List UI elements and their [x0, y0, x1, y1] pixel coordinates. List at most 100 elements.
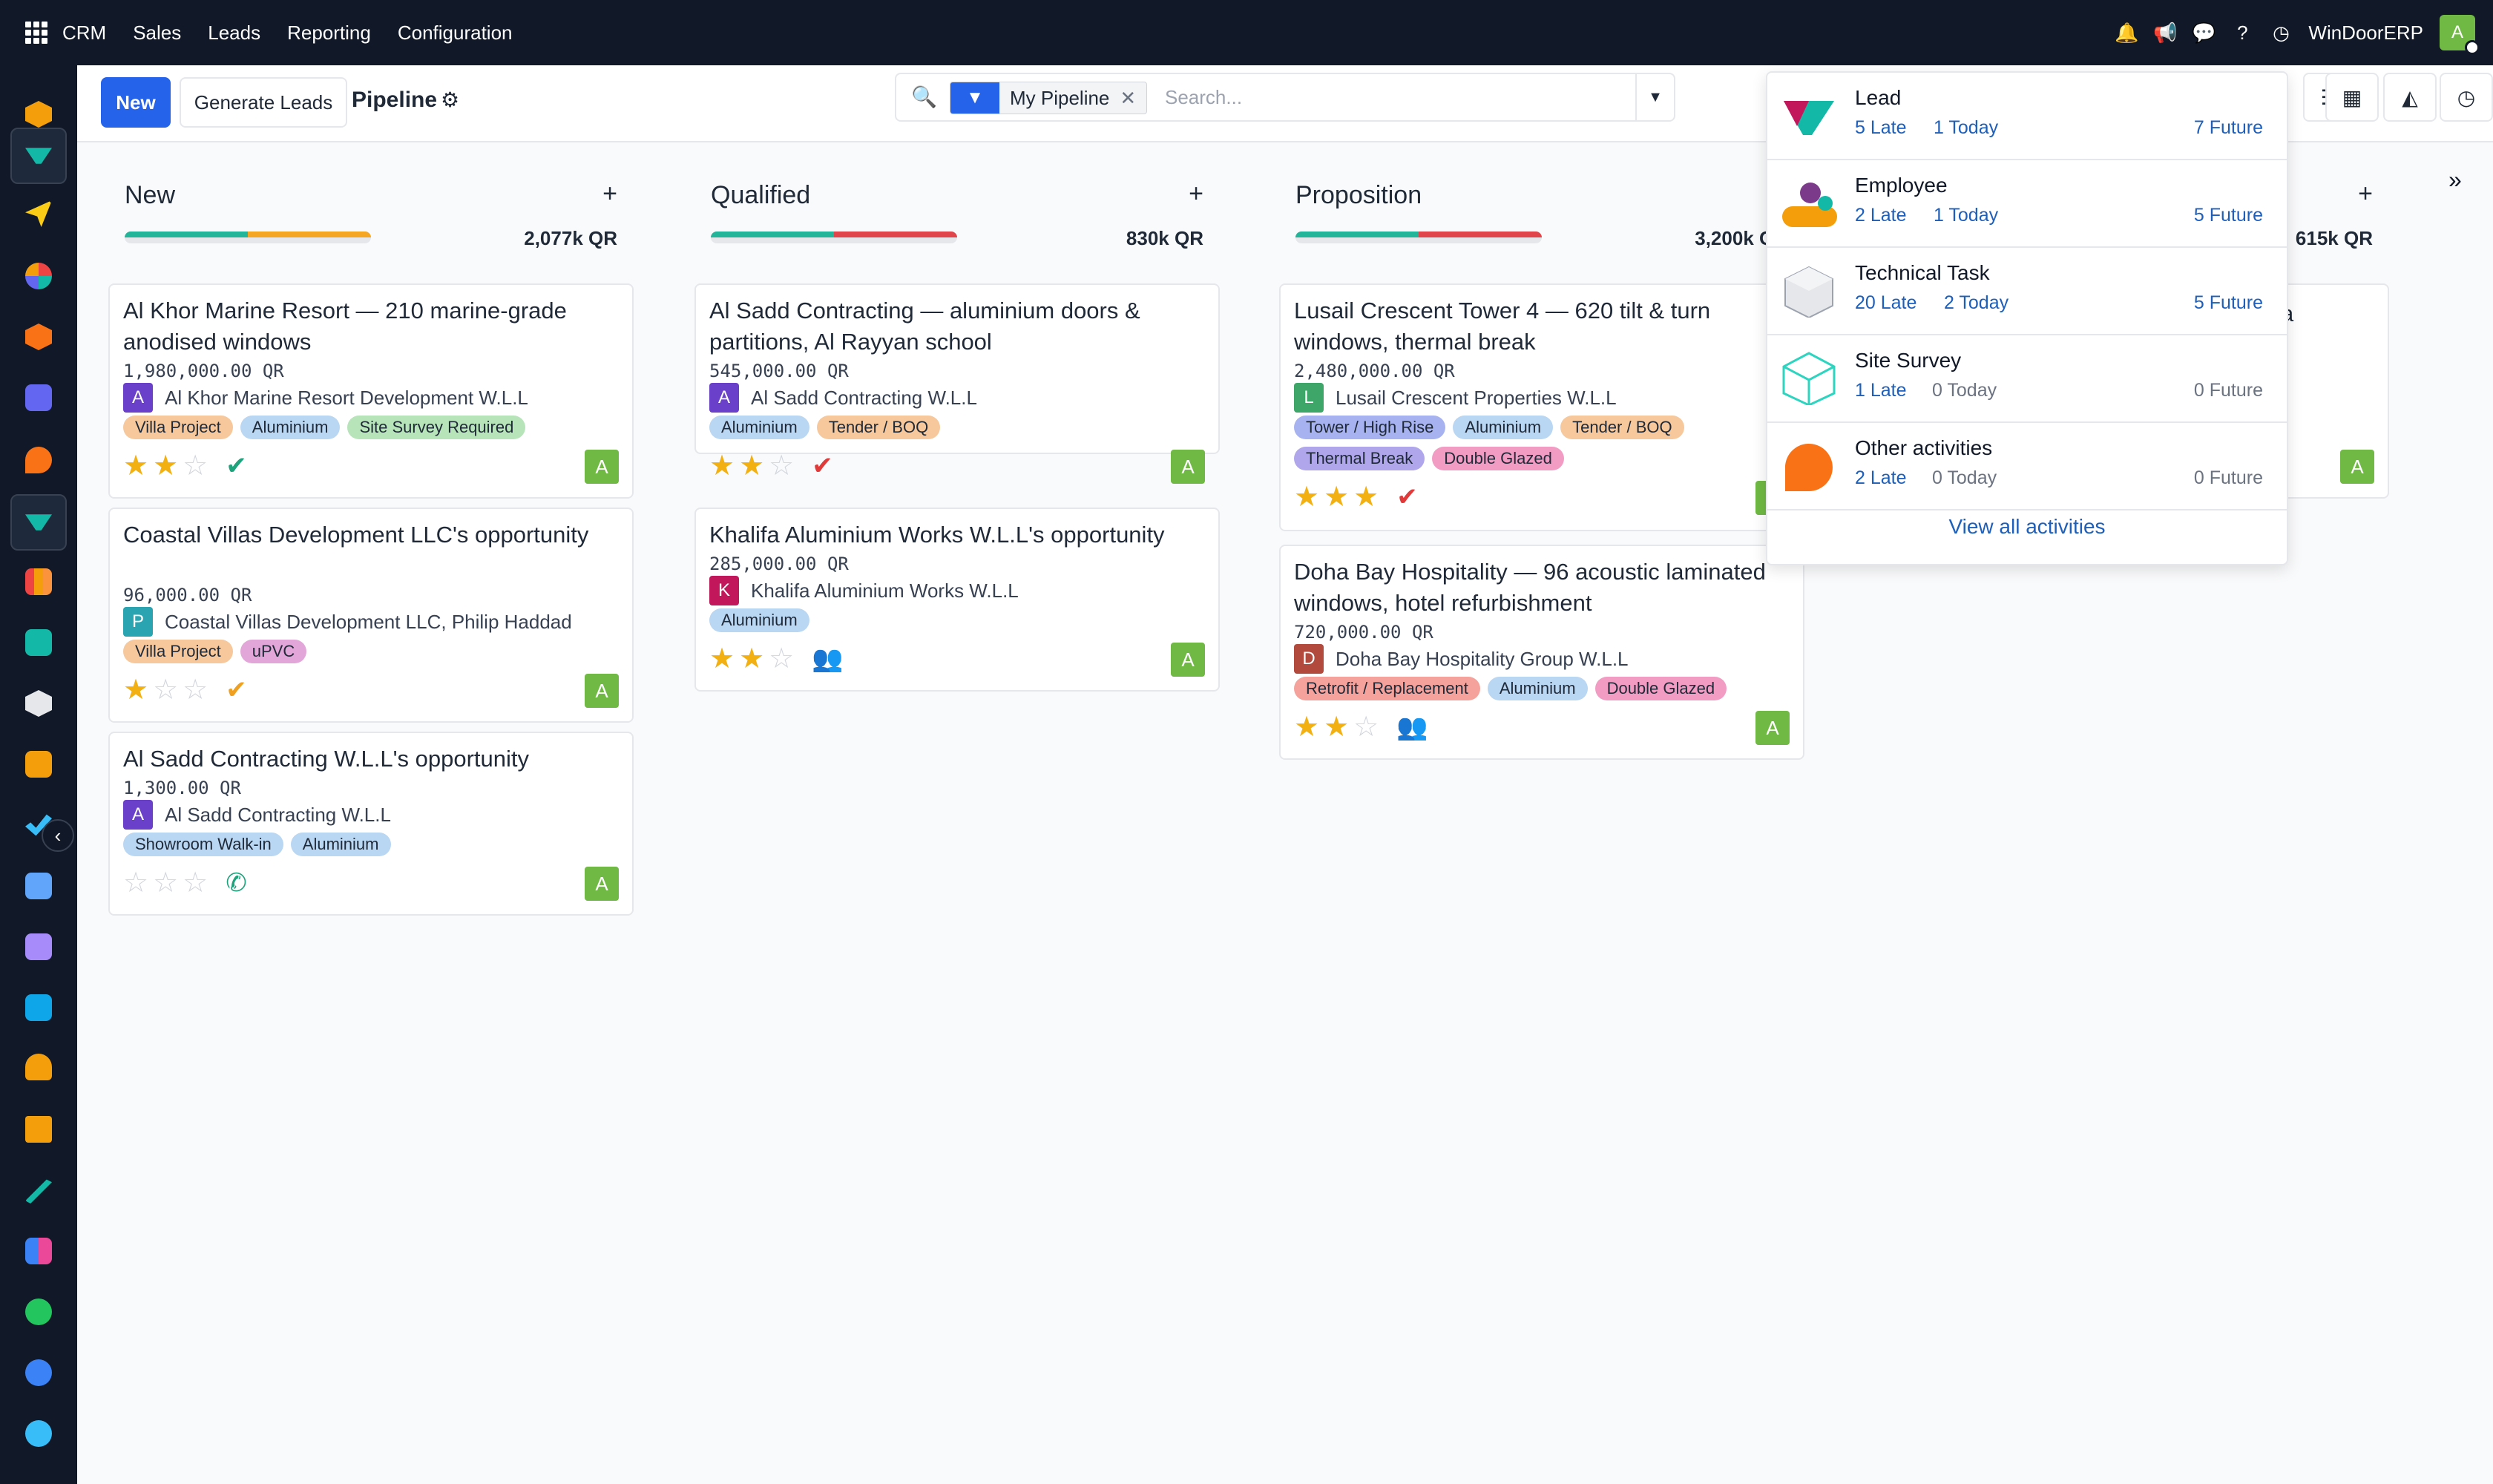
kanban-card[interactable]: Khalifa Aluminium Works W.L.L's opportun… [694, 508, 1220, 692]
activity-users-icon[interactable]: 👥 [812, 644, 843, 674]
sidebar-app-tools-icon[interactable] [10, 736, 67, 792]
sidebar-collapse-chevron-icon[interactable]: ‹ [42, 819, 74, 852]
sidebar-app-send-icon[interactable] [10, 186, 67, 242]
progress-segment[interactable] [834, 232, 957, 237]
menu-configuration[interactable]: Configuration [398, 22, 513, 45]
owner-avatar[interactable]: A [2340, 450, 2374, 484]
fold-columns-icon[interactable]: » [2448, 166, 2462, 194]
activity-row-site-survey[interactable]: Site Survey 1 Late 0 Today 0 Future [1767, 335, 2287, 423]
column-title[interactable]: Proposition [1295, 181, 1422, 210]
bell-icon[interactable]: 🔔 [2115, 22, 2138, 44]
priority-star-icon[interactable]: ★ [1324, 712, 1349, 742]
owner-avatar[interactable]: A [585, 450, 619, 484]
activity-late-count[interactable]: 5 Late [1855, 117, 1907, 139]
priority-star-icon[interactable]: ★ [1294, 712, 1319, 742]
kanban-card[interactable]: Lusail Crescent Tower 4 — 620 tilt & tur… [1279, 283, 1804, 531]
activity-late-count[interactable]: 2 Late [1855, 467, 1907, 489]
sidebar-app-pie-icon[interactable] [10, 248, 67, 304]
activity-check-orange-icon[interactable]: ✔ [226, 675, 247, 705]
priority-star-icon[interactable]: ☆ [183, 675, 208, 705]
owner-avatar[interactable]: A [585, 674, 619, 708]
activity-late-count[interactable]: 1 Late [1855, 380, 1907, 401]
progress-segment[interactable] [1295, 232, 1419, 237]
kanban-card[interactable]: Al Sadd Contracting W.L.L's opportunity 1… [108, 732, 634, 916]
activity-late-count[interactable]: 2 Late [1855, 205, 1907, 226]
priority-star-icon[interactable]: ☆ [769, 451, 794, 481]
column-add-plus-icon[interactable]: + [2358, 180, 2373, 209]
user-avatar[interactable]: A [2440, 15, 2480, 55]
activity-check-green-icon[interactable]: ✔ [226, 451, 247, 481]
kanban-card[interactable]: Al Sadd Contracting — aluminium doors & … [694, 283, 1220, 484]
sidebar-app-crm-icon[interactable] [10, 128, 67, 184]
priority-star-icon[interactable]: ★ [1294, 482, 1319, 512]
app-switcher-icon[interactable] [25, 22, 47, 44]
progress-segment[interactable] [1419, 232, 1542, 237]
sidebar-app-wave-icon[interactable] [10, 1405, 67, 1462]
activity-future-count[interactable]: 7 Future [2194, 117, 2263, 139]
priority-star-icon[interactable]: ☆ [123, 868, 148, 898]
priority-star-icon[interactable]: ☆ [769, 644, 794, 674]
activity-clock-icon[interactable]: ◷ [2270, 22, 2292, 44]
view-all-activities-link[interactable]: View all activities [1767, 515, 2287, 539]
sidebar-app-mail-icon[interactable] [10, 370, 67, 426]
owner-avatar[interactable]: A [1755, 711, 1790, 745]
activity-row-other[interactable]: Other activities 2 Late 0 Today 0 Future [1767, 423, 2287, 510]
activity-users-icon[interactable]: 👥 [1396, 712, 1428, 742]
owner-avatar[interactable]: A [1171, 643, 1205, 677]
priority-star-icon[interactable]: ☆ [153, 868, 178, 898]
activity-row-technical-task[interactable]: Technical Task 20 Late 2 Today 5 Future [1767, 248, 2287, 335]
sidebar-app-box-icon[interactable] [10, 675, 67, 732]
menu-reporting[interactable]: Reporting [287, 22, 371, 45]
sidebar-app-sign-icon[interactable] [10, 1162, 67, 1218]
sidebar-app-chat-icon[interactable] [10, 432, 67, 488]
activity-check-red-icon[interactable]: ✔ [1396, 482, 1418, 512]
menu-leads[interactable]: Leads [208, 22, 260, 45]
megaphone-icon[interactable]: 📢 [2153, 22, 2177, 44]
menu-sales[interactable]: Sales [133, 22, 181, 45]
activity-phone-icon[interactable]: ✆ [226, 868, 247, 898]
search-options-caret-icon[interactable]: ▼ [1635, 74, 1674, 120]
activity-future-count[interactable]: 5 Future [2194, 205, 2263, 226]
company-name[interactable]: WinDoorERP [2308, 22, 2423, 45]
priority-star-icon[interactable]: ★ [153, 451, 178, 481]
priority-star-icon[interactable]: ☆ [183, 868, 208, 898]
sidebar-app-hexagon-icon[interactable] [10, 309, 67, 365]
priority-star-icon[interactable]: ★ [123, 675, 148, 705]
sidebar-app-knowledge-icon[interactable] [10, 858, 67, 914]
sidebar-app-calendar-icon[interactable] [10, 1101, 67, 1158]
sidebar-app-crm-secondary-icon[interactable] [10, 494, 67, 551]
new-button[interactable]: New [101, 77, 171, 128]
sidebar-app-contacts-icon[interactable] [10, 614, 67, 671]
activity-today-count[interactable]: 1 Today [1934, 205, 1998, 226]
column-title[interactable]: Qualified [711, 181, 810, 210]
activity-future-count[interactable]: 5 Future [2194, 292, 2263, 314]
activity-row-lead[interactable]: Lead 5 Late 1 Today 7 Future [1767, 73, 2287, 160]
activity-late-count[interactable]: 20 Late [1855, 292, 1916, 314]
gear-icon[interactable]: ⚙ [441, 88, 459, 112]
facet-remove-icon[interactable]: ✕ [1120, 87, 1146, 110]
menu-app-crm[interactable]: CRM [62, 22, 106, 45]
progress-segment[interactable] [125, 232, 248, 237]
search-icon[interactable]: 🔍 [911, 85, 937, 109]
kanban-card[interactable]: Al Khor Marine Resort — 210 marine-grade… [108, 283, 634, 499]
kanban-card[interactable]: Doha Bay Hospitality — 96 acoustic lamin… [1279, 545, 1804, 760]
sidebar-app-chart-icon[interactable] [10, 554, 67, 610]
sidebar-app-invoicing-icon[interactable] [10, 979, 67, 1036]
kanban-card[interactable]: Coastal Villas Development LLC's opportu… [108, 508, 634, 723]
priority-star-icon[interactable]: ★ [739, 451, 764, 481]
column-add-plus-icon[interactable]: + [602, 180, 617, 209]
activity-check-red-icon[interactable]: ✔ [812, 451, 833, 481]
view-activity-icon[interactable]: ◷ [2440, 73, 2493, 122]
priority-star-icon[interactable]: ★ [123, 451, 148, 481]
sidebar-app-whatsapp-icon[interactable] [10, 1284, 67, 1340]
activity-today-count[interactable]: 1 Today [1934, 117, 1998, 139]
priority-star-icon[interactable]: ★ [709, 451, 735, 481]
owner-avatar[interactable]: A [585, 867, 619, 901]
priority-star-icon[interactable]: ☆ [183, 451, 208, 481]
priority-star-icon[interactable]: ★ [739, 644, 764, 674]
priority-star-icon[interactable]: ★ [1324, 482, 1349, 512]
priority-star-icon[interactable]: ☆ [1353, 712, 1379, 742]
activity-future-count[interactable]: 0 Future [2194, 467, 2263, 489]
chat-icon[interactable]: 💬 [2192, 22, 2216, 44]
column-add-plus-icon[interactable]: + [1189, 180, 1203, 209]
